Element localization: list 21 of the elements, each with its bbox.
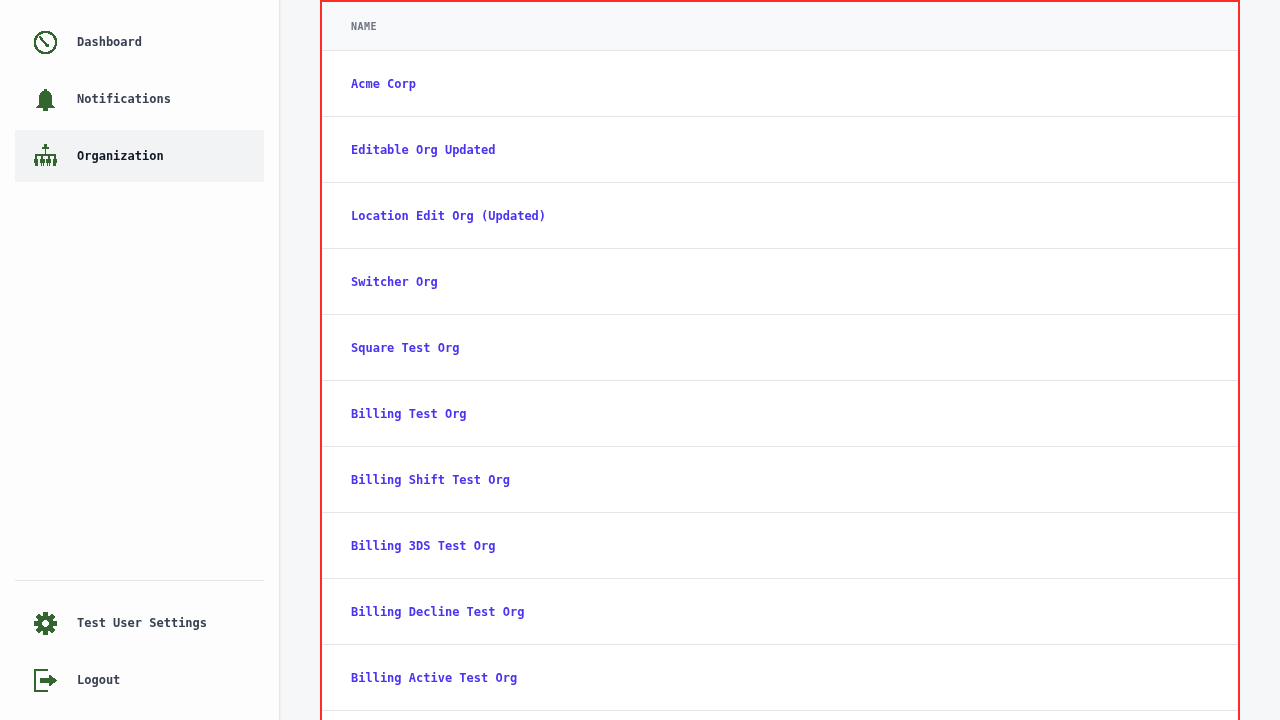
org-chart-icon [33,143,58,169]
logout-icon [33,667,58,693]
org-name-link[interactable]: Billing Active Test Org [351,670,518,685]
org-name-link[interactable]: Square Test Org [351,340,460,355]
gauge-icon [33,29,58,55]
org-name-link[interactable]: Billing Test Org [351,406,467,421]
org-name-link[interactable]: Acme Corp [351,76,417,91]
org-name-link[interactable]: Billing Shift Test Org [351,472,510,487]
org-name-link[interactable]: Switcher Org [351,274,438,289]
org-name-link[interactable]: Location Edit Org (Updated) [351,208,547,223]
bell-icon [33,86,58,112]
column-header: NAME [351,20,378,32]
settings-icon [33,610,58,636]
nav-item[interactable]: Notifications [15,73,264,125]
nav-item[interactable]: Dashboard [15,16,264,68]
nav-item[interactable]: Test User Settings [15,597,264,649]
nav-item[interactable]: Logout [15,654,264,706]
org-name-link[interactable]: Editable Org Updated [351,142,496,157]
nav-item[interactable]: Organization [15,130,264,182]
org-name-link[interactable]: Billing 3DS Test Org [351,538,496,553]
org-name-link[interactable]: Billing Decline Test Org [351,604,525,619]
